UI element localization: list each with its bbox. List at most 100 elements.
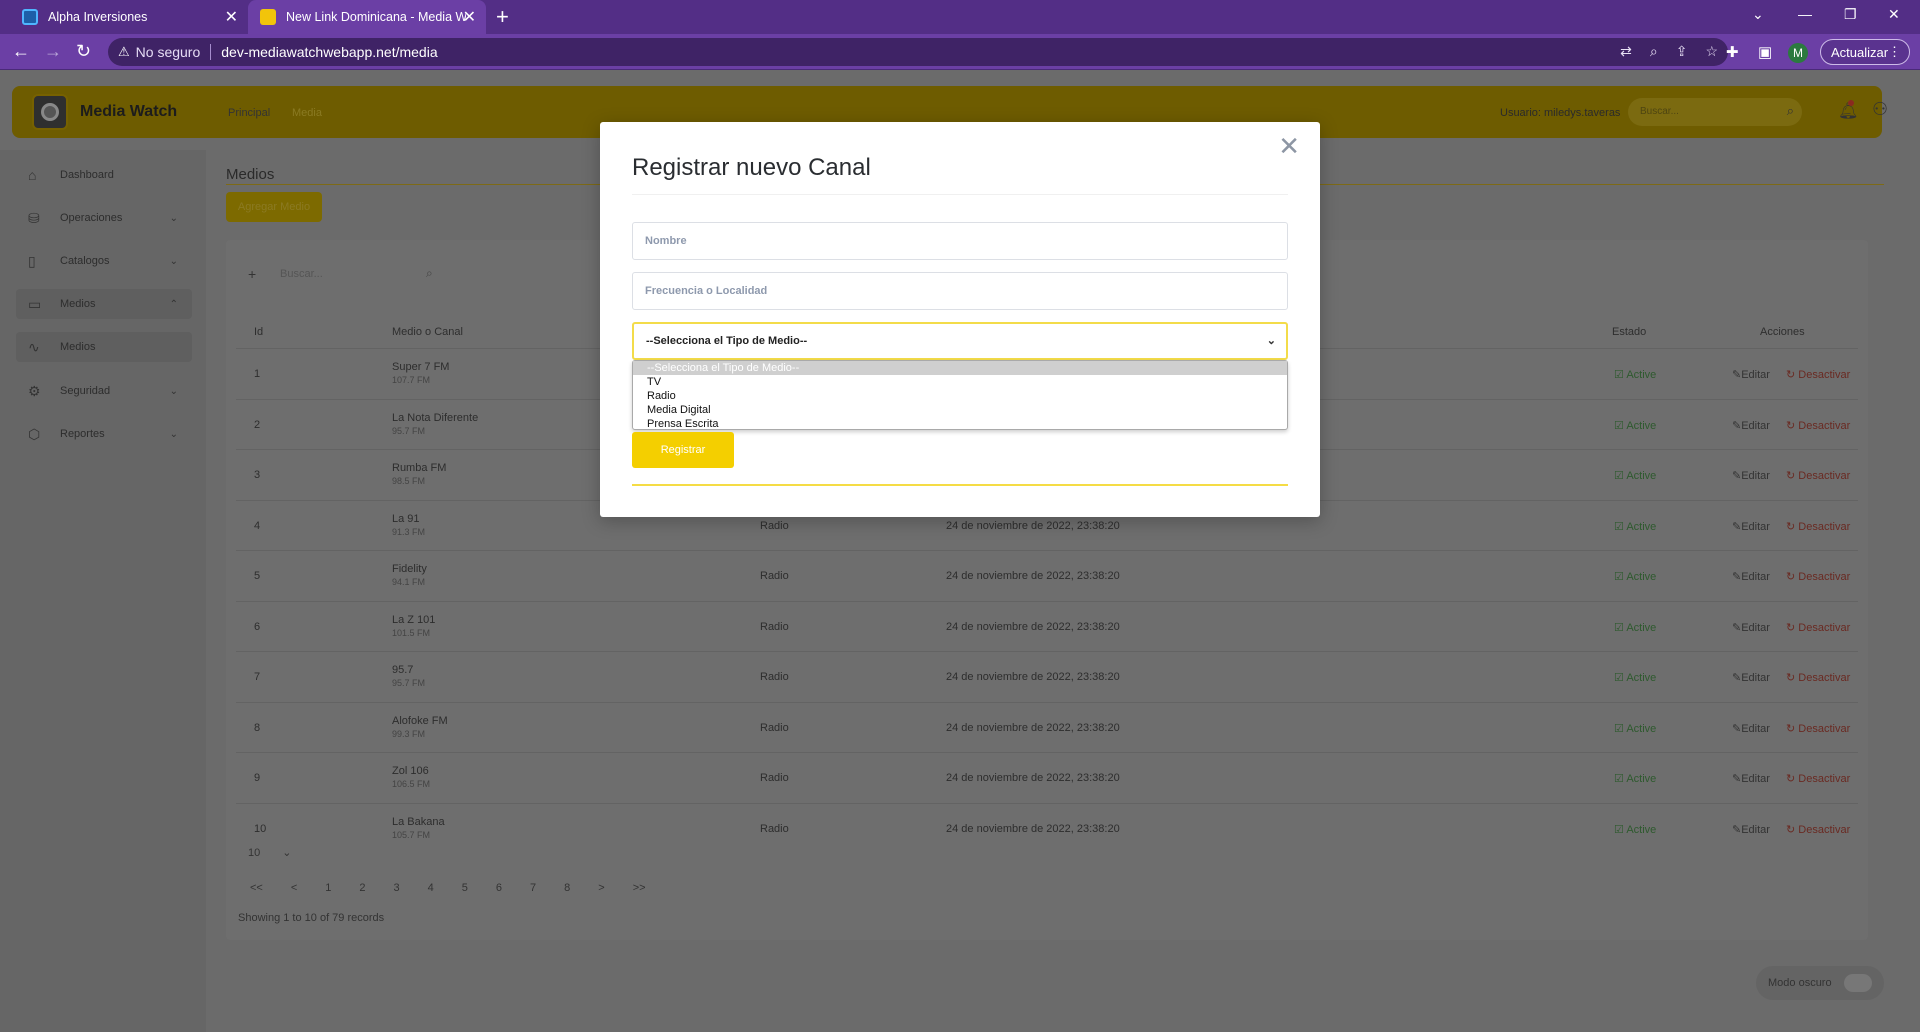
edit-button[interactable]: ✎Editar <box>1732 469 1770 482</box>
edit-label: Editar <box>1741 571 1770 583</box>
deactivate-button[interactable]: ↻ Desactivar <box>1786 671 1850 684</box>
close-tab-icon[interactable]: ✕ <box>225 7 238 27</box>
edit-button[interactable]: ✎Editar <box>1732 823 1770 836</box>
forward-icon[interactable]: → <box>44 41 62 62</box>
close-tab-icon[interactable]: ✕ <box>463 7 476 27</box>
profile-avatar[interactable]: M <box>1788 43 1808 63</box>
browser-tab[interactable]: Alpha Inversiones ✕ <box>10 0 248 34</box>
check-icon: ☑ <box>1614 369 1627 381</box>
sidebar-item-catalogos[interactable]: ▯ Catalogos ⌄ <box>28 246 178 276</box>
side-panel-icon[interactable]: ▣ <box>1758 43 1772 61</box>
edit-icon: ✎ <box>1732 823 1742 836</box>
deactivate-button[interactable]: ↻ Desactivar <box>1786 469 1850 482</box>
browser-tab-active[interactable]: New Link Dominicana - Media W ✕ <box>248 0 486 34</box>
page-link[interactable]: 2 <box>359 882 365 894</box>
channel-name: Zol 106 <box>392 765 429 777</box>
close-icon[interactable]: ✕ <box>1278 132 1300 162</box>
translate-icon[interactable]: ⇄ <box>1620 43 1632 60</box>
page-link[interactable]: 7 <box>530 882 536 894</box>
page-link[interactable]: << <box>250 882 263 894</box>
reload-icon[interactable]: ↻ <box>76 41 91 62</box>
top-search-input[interactable]: Buscar... ⌕ <box>1628 98 1802 126</box>
deactivate-button[interactable]: ↻ Desactivar <box>1786 419 1850 432</box>
sidebar-item-seguridad[interactable]: ⚙ Seguridad ⌄ <box>28 376 178 406</box>
page-size-select[interactable]: 10 ⌄ <box>236 840 296 864</box>
page-link[interactable]: 8 <box>564 882 570 894</box>
edit-button[interactable]: ✎Editar <box>1732 368 1770 381</box>
share-icon[interactable]: ⇪ <box>1676 43 1688 60</box>
check-icon: ☑ <box>1614 672 1627 684</box>
option[interactable]: Radio <box>633 389 1287 403</box>
media-type-select[interactable]: --Selecciona el Tipo de Medio-- ⌄ <box>632 322 1288 360</box>
option[interactable]: --Selecciona el Tipo de Medio-- <box>633 361 1287 375</box>
deactivate-button[interactable]: ↻ Desactivar <box>1786 823 1850 836</box>
deactivate-label: Desactivar <box>1798 672 1851 684</box>
plus-icon[interactable]: + <box>248 266 256 282</box>
sidebar-subitem-medios[interactable]: ∿ Medios <box>16 332 192 362</box>
deactivate-label: Desactivar <box>1798 722 1851 735</box>
page-link[interactable]: 6 <box>496 882 502 894</box>
sidebar-item-operaciones[interactable]: ⛁ Operaciones ⌄ <box>28 203 178 233</box>
status-label: Active <box>1626 470 1657 482</box>
page-link[interactable]: 5 <box>462 882 468 894</box>
row-id: 6 <box>254 620 261 633</box>
name-input[interactable]: Nombre <box>632 222 1288 260</box>
edit-button[interactable]: ✎Editar <box>1732 772 1770 785</box>
sidebar-item-medios[interactable]: ▭ Medios ⌃ <box>16 289 192 319</box>
edit-button[interactable]: ✎Editar <box>1732 520 1770 533</box>
deactivate-button[interactable]: ↻ Desactivar <box>1786 570 1850 583</box>
sidebar-item-reportes[interactable]: ⬡ Reportes ⌄ <box>28 419 178 449</box>
edit-button[interactable]: ✎Editar <box>1732 419 1770 432</box>
deactivate-button[interactable]: ↻ Desactivar <box>1786 772 1850 785</box>
page-link[interactable]: < <box>291 882 297 894</box>
search-placeholder: Buscar... <box>1640 106 1679 117</box>
page-link[interactable]: 3 <box>394 882 400 894</box>
edit-button[interactable]: ✎Editar <box>1732 621 1770 634</box>
modal-title: Registrar nuevo Canal <box>632 154 871 181</box>
page-link[interactable]: 1 <box>325 882 331 894</box>
option[interactable]: Prensa Escrita <box>633 417 1287 431</box>
url-text: dev-mediawatchwebapp.net/media <box>221 44 438 60</box>
deactivate-button[interactable]: ↻ Desactivar <box>1786 722 1850 735</box>
restore-icon[interactable]: ❐ <box>1844 6 1857 23</box>
zoom-icon[interactable]: ⌕ <box>1650 43 1658 60</box>
pagination: << <1 2 3 4 5 6 7 8 > >> <box>250 882 646 894</box>
option[interactable]: TV <box>633 375 1287 389</box>
breadcrumb-home[interactable]: Principal <box>228 107 270 119</box>
page-link[interactable]: > <box>598 882 604 894</box>
close-window-icon[interactable]: ✕ <box>1888 6 1900 23</box>
option[interactable]: Media Digital <box>633 403 1287 417</box>
toggle-switch[interactable] <box>1844 974 1872 992</box>
star-icon[interactable]: ☆ <box>1705 43 1718 60</box>
refresh-icon: ↻ <box>1786 571 1799 583</box>
edit-button[interactable]: ✎Editar <box>1732 671 1770 684</box>
edit-button[interactable]: ✎Editar <box>1732 570 1770 583</box>
back-icon[interactable]: ← <box>12 41 30 62</box>
deactivate-button[interactable]: ↻ Desactivar <box>1786 368 1850 381</box>
users-icon[interactable]: ⚇ <box>1872 99 1888 120</box>
deactivate-label: Desactivar <box>1798 419 1851 432</box>
extensions-icon[interactable]: ✚ <box>1726 43 1739 61</box>
dark-mode-toggle[interactable]: Modo oscuro <box>1756 966 1884 1000</box>
minimize-icon[interactable]: — <box>1798 6 1812 22</box>
address-bar[interactable]: ⚠ No seguro dev-mediawatchwebapp.net/med… <box>108 38 1728 66</box>
frequency-input[interactable]: Frecuencia o Localidad <box>632 272 1288 310</box>
deactivate-button[interactable]: ↻ Desactivar <box>1786 621 1850 634</box>
row-type: Radio <box>760 671 789 683</box>
register-button[interactable]: Registrar <box>632 432 734 468</box>
new-tab-icon[interactable]: + <box>496 4 509 30</box>
row-channel: La Bakana 105.7 FM <box>392 816 445 840</box>
tab-list-chevron-icon[interactable]: ⌄ <box>1752 6 1764 23</box>
table-search-input[interactable]: Buscar... <box>280 268 430 280</box>
page-link[interactable]: 4 <box>428 882 434 894</box>
sidebar-item-dashboard[interactable]: ⌂ Dashboard <box>28 160 178 190</box>
edit-button[interactable]: ✎Editar <box>1732 722 1770 735</box>
add-medio-button[interactable]: Agregar Medio <box>226 192 322 222</box>
tab-favicon-icon <box>22 9 38 25</box>
deactivate-button[interactable]: ↻ Desactivar <box>1786 520 1850 533</box>
row-id: 8 <box>254 721 261 734</box>
channel-frequency: 107.7 FM <box>392 375 431 385</box>
update-button[interactable]: Actualizar ⋮ <box>1820 39 1910 65</box>
page-link[interactable]: >> <box>633 882 646 894</box>
channel-name: 95.7 <box>392 664 414 676</box>
